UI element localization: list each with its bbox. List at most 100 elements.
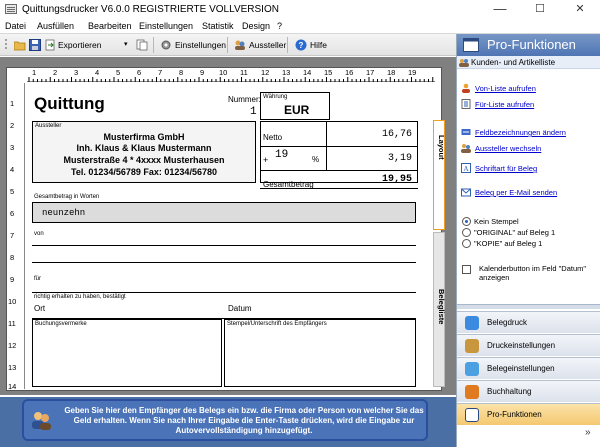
- close-button[interactable]: ✕: [560, 0, 600, 19]
- ruler-v-label: 12: [8, 341, 17, 350]
- nav-more-button[interactable]: »: [585, 427, 591, 438]
- signature-box[interactable]: [224, 319, 416, 387]
- export-button[interactable]: Exportieren: [58, 38, 101, 52]
- radio-original-label: "ORIGINAL" auf Beleg 1: [474, 228, 556, 237]
- tab-belegliste-label: Belegliste: [437, 289, 446, 325]
- export-icon[interactable]: [44, 39, 56, 51]
- link-von-liste[interactable]: Von-Liste aufrufen: [475, 84, 536, 93]
- panel-header-icon: [463, 38, 479, 52]
- link-feldbezeichnungen[interactable]: Feldbezeichnungen ändern: [475, 128, 566, 137]
- pro-functions-icon: [465, 408, 479, 422]
- ruler-h-label: 6: [137, 68, 142, 77]
- nav-belegeinstellungen[interactable]: Belegeinstellungen: [457, 357, 600, 379]
- date-field[interactable]: [226, 302, 416, 316]
- panel-splitter[interactable]: [457, 304, 600, 309]
- panel-section-title: Kunden- und Artikelliste: [471, 58, 556, 67]
- receipt-number[interactable]: 1: [250, 106, 257, 118]
- menu-bearbeiten[interactable]: Bearbeiten: [88, 21, 132, 31]
- copy-icon[interactable]: [136, 39, 148, 51]
- save-icon[interactable]: [29, 39, 41, 51]
- radio-kopie[interactable]: [462, 239, 471, 248]
- settings-button[interactable]: Einstellungen: [175, 38, 226, 52]
- ruler-h-label: 9: [200, 68, 205, 77]
- horizontal-ruler: 1 2 3 4 5 6 7 8 9 10 11 12 13 14 15 16 1…: [27, 68, 435, 82]
- ruler-h-label: 12: [261, 68, 270, 77]
- ruler-h-label: 11: [240, 68, 248, 77]
- nav-buchhaltung[interactable]: Buchhaltung: [457, 380, 600, 402]
- receipt-title: Quittung: [34, 94, 105, 113]
- toolbar-separator: [227, 37, 228, 53]
- accounting-icon: [465, 385, 479, 399]
- for-field[interactable]: [32, 274, 416, 294]
- email-icon: [461, 188, 471, 197]
- netto-value[interactable]: 16,76: [330, 129, 412, 140]
- from-line: [32, 245, 416, 246]
- radio-original[interactable]: [462, 228, 471, 237]
- person-list-icon: [462, 83, 470, 93]
- nav-buchhaltung-label: Buchhaltung: [487, 387, 532, 396]
- ruler-h-label: 18: [387, 68, 396, 77]
- users-icon: [235, 40, 245, 50]
- nav-pro-funktionen[interactable]: Pro-Funktionen: [457, 403, 600, 425]
- tab-belegliste[interactable]: Belegliste: [433, 232, 446, 387]
- link-aussteller-wechseln[interactable]: Aussteller wechseln: [475, 144, 541, 153]
- menu-datei[interactable]: Datei: [5, 21, 26, 31]
- from-field[interactable]: [32, 228, 416, 274]
- booking-box[interactable]: [32, 319, 222, 387]
- ruler-h-label: 15: [324, 68, 333, 77]
- ruler-h-label: 4: [95, 68, 100, 77]
- panel-title: Pro-Funktionen: [457, 34, 600, 56]
- grip-icon: [5, 39, 7, 49]
- ruler-h-label: 10: [219, 68, 228, 77]
- netto-label: Netto: [263, 133, 283, 142]
- link-beleg-email[interactable]: Beleg per E-Mail senden: [475, 188, 557, 197]
- nav-belegeinstellungen-label: Belegeinstellungen: [487, 364, 555, 373]
- ruler-v-label: 1: [10, 99, 15, 108]
- app-window: Quittungsdrucker V6.0.0 REGISTRIERTE VOL…: [0, 0, 600, 447]
- open-folder-icon[interactable]: [14, 39, 26, 51]
- nav-druckeinstellungen[interactable]: Druckeinstellungen: [457, 334, 600, 356]
- currency-label: Währung: [263, 94, 288, 100]
- radio-kein-stempel[interactable]: [462, 217, 471, 226]
- currency-value[interactable]: EUR: [284, 103, 309, 117]
- amount-divider: [326, 121, 327, 170]
- menu-bar: Datei Ausfüllen Bearbeiten Einstellungen…: [0, 19, 600, 34]
- menu-einstellungen[interactable]: Einstellungen: [139, 21, 193, 31]
- ruler-v-label: 7: [10, 231, 15, 240]
- menu-design[interactable]: Design: [242, 21, 270, 31]
- ruler-v-label: 6: [10, 209, 15, 218]
- ruler-v-label: 11: [8, 319, 16, 328]
- number-label: Nummer:: [228, 95, 261, 104]
- issuer-line-4: Tel. 01234/56789 Fax: 01234/56780: [71, 167, 217, 177]
- tab-layout[interactable]: Layout: [433, 120, 446, 230]
- amount-words-field[interactable]: [32, 202, 416, 223]
- link-fuer-liste[interactable]: Für-Liste aufrufen: [475, 100, 534, 109]
- status-message: Geben Sie hier den Empfänger des Belegs …: [64, 406, 424, 435]
- amount-divider: [260, 170, 418, 171]
- link-schriftart[interactable]: Schriftart für Beleg: [475, 164, 537, 173]
- ruler-v-label: 9: [10, 275, 15, 284]
- tax-rate[interactable]: 19: [275, 149, 288, 161]
- title-bar: Quittungsdrucker V6.0.0 REGISTRIERTE VOL…: [0, 0, 600, 19]
- for-line: [32, 292, 416, 293]
- panel-title-text: Pro-Funktionen: [487, 37, 576, 52]
- app-icon: [5, 4, 17, 14]
- help-button[interactable]: Hilfe: [310, 38, 327, 52]
- nav-belegdruck[interactable]: Belegdruck: [457, 311, 600, 333]
- export-dropdown-icon[interactable]: ▾: [124, 38, 128, 52]
- amount-divider: [260, 146, 418, 147]
- gross-value: 19,95: [381, 174, 412, 185]
- calendar-checkbox[interactable]: [462, 265, 471, 274]
- issuer-button[interactable]: Aussteller: [249, 38, 286, 52]
- minimize-button[interactable]: —: [480, 0, 520, 19]
- maximize-button[interactable]: ☐: [520, 0, 560, 19]
- menu-help[interactable]: ?: [277, 21, 282, 31]
- status-box: Geben Sie hier den Empfänger des Belegs …: [22, 399, 428, 441]
- ruler-v-label: 14: [8, 382, 17, 391]
- place-field[interactable]: [32, 302, 222, 316]
- toolbar: Exportieren ▾ Einstellungen Aussteller ?…: [0, 34, 456, 56]
- switch-issuer-icon: [461, 144, 471, 153]
- menu-ausfuellen[interactable]: Ausfüllen: [37, 21, 74, 31]
- received-label: richtig erhalten zu haben, bestätigt: [34, 294, 126, 300]
- menu-statistik[interactable]: Statistik: [202, 21, 234, 31]
